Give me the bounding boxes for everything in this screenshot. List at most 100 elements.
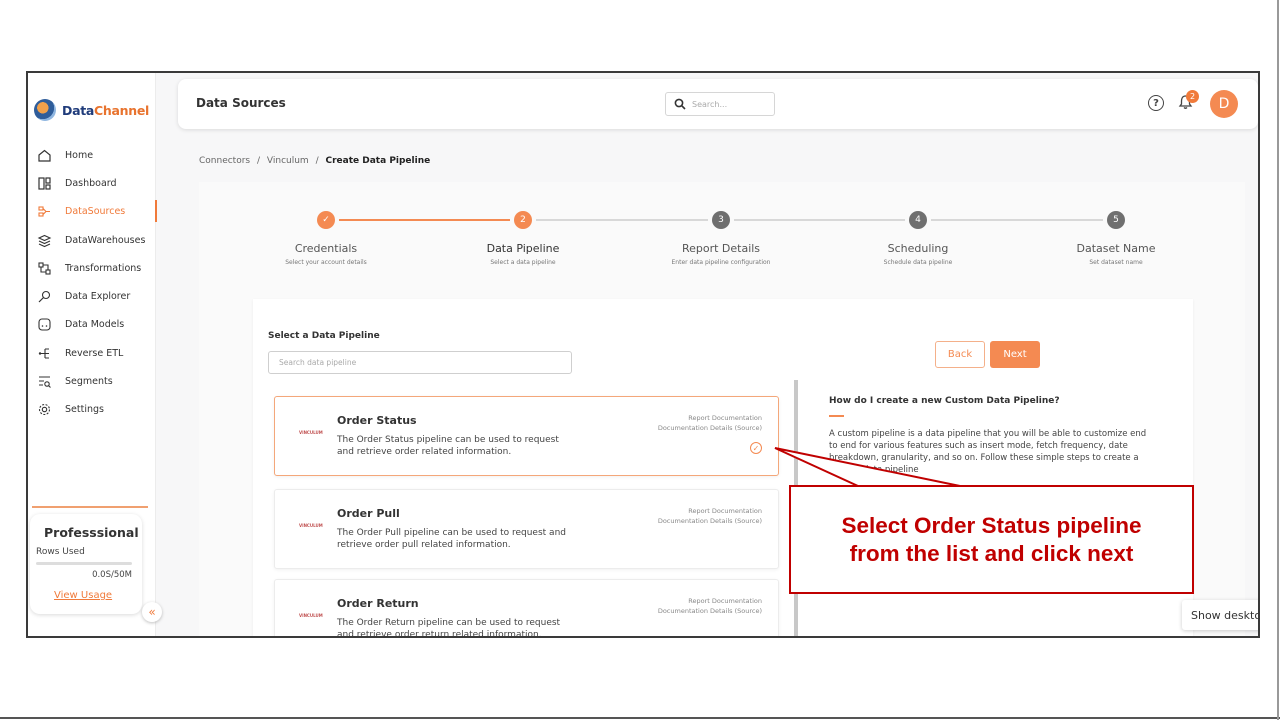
page-title: Data Sources [196, 96, 286, 110]
pipeline-item-order-return[interactable]: VINCULUM Order Return The Order Return pip… [274, 579, 779, 638]
dashboard-icon [37, 176, 52, 191]
documentation-details-link[interactable]: Documentation Details (Source) [658, 606, 762, 616]
sidebar-item-data-explorer[interactable]: Data Explorer [28, 282, 156, 310]
datasources-icon [37, 204, 52, 219]
show-desktop-tooltip[interactable]: Show desktop [1182, 600, 1258, 630]
sidebar-item-label: Data Models [65, 319, 125, 331]
step-connector [536, 219, 708, 221]
check-icon: ✓ [750, 442, 762, 454]
database-icon [37, 233, 52, 248]
pipeline-description: The Order Status pipeline can be used to… [337, 435, 559, 457]
step-5-name: Dataset Name [1076, 242, 1156, 255]
sidebar-item-label: DataWarehouses [65, 234, 146, 246]
reverse-etl-icon [37, 346, 52, 361]
select-pipeline-label: Select a Data Pipeline [268, 331, 380, 341]
plan-card: Professsional Rows Used 0.0S/50M View Us… [30, 514, 142, 614]
report-documentation-link[interactable]: Report Documentation [658, 596, 762, 606]
step-5-indicator: 5 [1107, 211, 1125, 229]
usage-bar [36, 562, 132, 565]
sidebar-item-datawarehouses[interactable]: DataWarehouses [28, 226, 156, 254]
help-icon[interactable]: ? [1148, 95, 1164, 111]
step-3-subtitle: Enter data pipeline configuration [671, 259, 771, 266]
sidebar-item-reverse-etl[interactable]: Reverse ETL [28, 339, 156, 367]
pipeline-search-input[interactable]: Search data pipeline [268, 351, 572, 374]
rows-used-label: Rows Used [36, 547, 85, 557]
search-icon [674, 98, 686, 110]
sidebar-item-datasources[interactable]: DataSources [28, 198, 157, 226]
divider [829, 415, 844, 417]
collapse-sidebar-button[interactable]: « [142, 602, 162, 622]
divider [0, 717, 1280, 719]
sidebar-item-settings[interactable]: Settings [28, 396, 156, 424]
pipeline-title: Order Return [337, 597, 419, 610]
plan-title: Professsional [44, 525, 139, 540]
back-button[interactable]: Back [935, 341, 985, 368]
sidebar-item-label: Segments [65, 376, 113, 388]
sidebar-item-label: DataSources [65, 206, 126, 218]
annotation-callout: Select Order Status pipeline from the li… [789, 485, 1194, 594]
transform-icon [37, 261, 52, 276]
top-header: Data Sources Search... ? 2 D [178, 79, 1258, 129]
avatar[interactable]: D [1210, 90, 1238, 118]
step-2-subtitle: Select a data pipeline [490, 259, 556, 266]
step-4-indicator: 4 [909, 211, 927, 229]
home-icon [37, 148, 52, 163]
divider [32, 506, 148, 508]
breadcrumb: Connectors / Vinculum / Create Data Pipe… [199, 156, 431, 166]
next-button[interactable]: Next [990, 341, 1040, 368]
explorer-icon [37, 289, 52, 304]
sidebar-item-label: Data Explorer [65, 291, 131, 303]
documentation-details-link[interactable]: Documentation Details (Source) [658, 516, 762, 526]
logo[interactable]: DataChannel [34, 99, 149, 121]
sidebar-nav: Home Dashboard DataSources DataWarehouses Tr… [28, 141, 157, 424]
step-4-subtitle: Schedule data pipeline [883, 259, 953, 266]
search-input[interactable]: Search... [665, 92, 775, 116]
app-window: DataChannel Home Dashboard DataSources Data… [26, 71, 1260, 638]
step-3-indicator: 3 [712, 211, 730, 229]
sidebar-item-segments[interactable]: Segments [28, 367, 156, 395]
sidebar-item-label: Transformations [65, 262, 142, 274]
breadcrumb-current: Create Data Pipeline [325, 156, 431, 166]
step-2-indicator: 2 [514, 211, 532, 229]
models-icon [37, 317, 52, 332]
sidebar-item-home[interactable]: Home [28, 141, 156, 169]
pipeline-description: The Order Pull pipeline can be used to r… [337, 528, 566, 550]
documentation-details-link[interactable]: Documentation Details (Source) [658, 423, 762, 433]
sidebar-item-data-models[interactable]: Data Models [28, 311, 156, 339]
step-1-indicator: ✓ [317, 211, 335, 229]
report-documentation-link[interactable]: Report Documentation [658, 506, 762, 516]
sidebar-item-label: Dashboard [65, 177, 117, 189]
notification-badge: 2 [1186, 90, 1199, 103]
step-connector [931, 219, 1103, 221]
step-1-name: Credentials [294, 242, 358, 255]
step-5-subtitle: Set dataset name [1089, 259, 1143, 266]
sidebar-item-dashboard[interactable]: Dashboard [28, 169, 156, 197]
rows-used-value: 0.0S/50M [92, 570, 132, 580]
step-2-name: Data Pipeline [486, 242, 560, 255]
pipeline-item-order-status[interactable]: VINCULUM Order Status The Order Status pip… [274, 396, 779, 476]
view-usage-link[interactable]: View Usage [54, 590, 112, 601]
help-text: A custom pipeline is a data pipeline tha… [829, 429, 1147, 475]
sidebar-item-label: Reverse ETL [65, 347, 124, 359]
step-connector [734, 219, 905, 221]
logo-icon [34, 99, 56, 121]
vinculum-logo: VINCULUM [299, 430, 323, 435]
breadcrumb-connectors[interactable]: Connectors [199, 156, 250, 166]
pipeline-item-order-pull[interactable]: VINCULUM Order Pull The Order Pull pipelin… [274, 489, 779, 569]
breadcrumb-vinculum[interactable]: Vinculum [267, 156, 309, 166]
pipeline-description: The Order Return pipeline can be used to… [337, 618, 561, 638]
gear-icon [37, 402, 52, 417]
step-3-name: Report Details [681, 242, 761, 255]
step-1-subtitle: Select your account details [285, 259, 367, 266]
step-4-name: Scheduling [887, 242, 949, 255]
report-documentation-link[interactable]: Report Documentation [658, 413, 762, 423]
sidebar-item-label: Settings [65, 404, 104, 416]
vinculum-logo: VINCULUM [299, 613, 323, 618]
sidebar-item-transformations[interactable]: Transformations [28, 254, 156, 282]
pipeline-title: Order Pull [337, 507, 400, 520]
segments-icon [37, 374, 52, 389]
vinculum-logo: VINCULUM [299, 523, 323, 528]
help-title: How do I create a new Custom Data Pipeli… [829, 396, 1060, 406]
step-connector [339, 219, 510, 221]
sidebar: DataChannel Home Dashboard DataSources Data… [28, 73, 162, 636]
